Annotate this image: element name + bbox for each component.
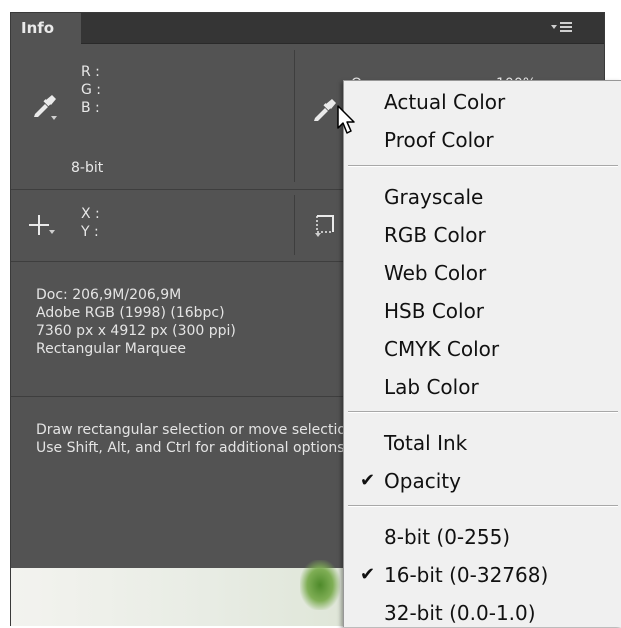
menu-item-rgb-color[interactable]: RGB Color: [384, 220, 486, 250]
dimensions-text: 7360 px x 4912 px (300 ppi): [36, 323, 236, 339]
b-label: B :: [81, 100, 100, 116]
panel-tab-bar: Info: [11, 13, 604, 44]
menu-item-cmyk-color[interactable]: CMYK Color: [384, 334, 499, 364]
menu-separator: [348, 505, 618, 507]
eyedropper-icon-right[interactable]: [311, 96, 339, 128]
g-label: G :: [81, 82, 102, 98]
menu-item-total-ink[interactable]: Total Ink: [384, 428, 467, 458]
column-divider: [294, 50, 295, 182]
menu-item-proof-color[interactable]: Proof Color: [384, 125, 494, 155]
menu-item-actual-color[interactable]: Actual Color: [384, 87, 505, 117]
crosshair-icon[interactable]: [28, 213, 58, 243]
eyedropper-icon[interactable]: [31, 92, 59, 124]
bit-depth-label: 8-bit: [71, 160, 104, 176]
menu-item-16-bit[interactable]: 16-bit (0-32768): [384, 560, 548, 590]
tool-hint-line-2: Use Shift, Alt, and Ctrl for additional …: [36, 440, 350, 456]
column-divider: [294, 195, 295, 255]
menu-item-opacity[interactable]: Opacity: [384, 466, 461, 496]
checkmark-icon: ✔: [360, 564, 376, 585]
canvas-image-strip: [11, 568, 343, 626]
color-mode-menu: Actual Color Proof Color Grayscale RGB C…: [343, 80, 621, 627]
menu-separator: [348, 165, 618, 167]
current-tool-text: Rectangular Marquee: [36, 341, 186, 357]
tab-info[interactable]: Info: [11, 13, 81, 44]
panel-menu-icon[interactable]: [549, 19, 575, 37]
menu-item-lab-color[interactable]: Lab Color: [384, 372, 479, 402]
checkmark-icon: ✔: [360, 470, 376, 491]
menu-item-8-bit[interactable]: 8-bit (0-255): [384, 522, 510, 552]
mouse-pointer-icon: [336, 104, 358, 140]
color-profile-text: Adobe RGB (1998) (16bpc): [36, 305, 225, 321]
selection-size-icon[interactable]: [313, 213, 343, 243]
canvas-image-foliage: [300, 560, 340, 610]
menu-item-hsb-color[interactable]: HSB Color: [384, 296, 484, 326]
r-label: R :: [81, 64, 100, 80]
menu-separator: [348, 411, 618, 413]
menu-item-32-bit[interactable]: 32-bit (0.0-1.0): [384, 598, 536, 628]
menu-item-grayscale[interactable]: Grayscale: [384, 182, 483, 212]
x-label: X :: [81, 206, 100, 222]
y-label: Y :: [81, 224, 99, 240]
doc-size-text: Doc: 206,9M/206,9M: [36, 287, 182, 303]
menu-item-web-color[interactable]: Web Color: [384, 258, 486, 288]
